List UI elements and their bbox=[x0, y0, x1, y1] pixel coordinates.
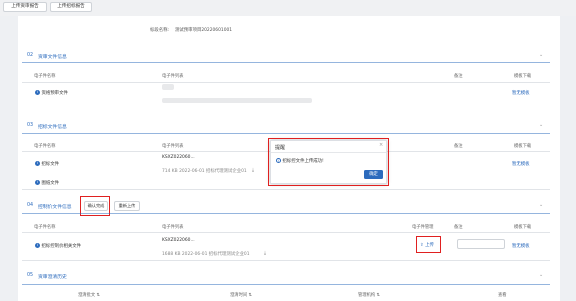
section-02-number: 02 bbox=[27, 53, 34, 58]
row-control-label: 招标控制价相关文件 bbox=[41, 244, 82, 249]
no-template-link[interactable]: 暂无模板 bbox=[512, 243, 530, 249]
divider bbox=[22, 213, 550, 214]
col-remark: 备注 bbox=[454, 225, 463, 230]
chevron-down-icon[interactable]: ⌄ bbox=[539, 52, 543, 58]
blurred-file bbox=[162, 84, 174, 90]
download-icon[interactable]: ⤓ bbox=[264, 250, 266, 256]
divider bbox=[22, 260, 550, 261]
upload-prequal-report-button[interactable]: 上传资审报告 bbox=[3, 2, 47, 12]
section-04-title: 控制价文件信息 bbox=[38, 205, 72, 210]
section-04-number: 04 bbox=[27, 203, 34, 208]
divider bbox=[22, 62, 550, 63]
divider bbox=[22, 232, 550, 233]
divider bbox=[22, 189, 550, 190]
row-control-name: i 招标控制价相关文件 bbox=[35, 243, 81, 249]
col-template: 模板下载 bbox=[514, 225, 532, 230]
row-prequal-label: 资格预审文件 bbox=[41, 91, 68, 96]
col-doc-name: 电子件名称 bbox=[34, 225, 56, 230]
chevron-down-icon[interactable]: ⌄ bbox=[539, 272, 543, 278]
blurred-file-meta bbox=[162, 98, 312, 103]
col-remark: 备注 bbox=[454, 144, 463, 149]
no-template-link[interactable]: 暂无模板 bbox=[512, 90, 530, 96]
col-remark: 备注 bbox=[454, 74, 463, 79]
col-template: 模板下载 bbox=[514, 74, 532, 79]
col-doc-list: 电子件列表 bbox=[162, 74, 184, 79]
control-file-name[interactable]: KSXZ022060... bbox=[162, 238, 195, 243]
tender-file-name[interactable]: KSXZ022060... bbox=[162, 155, 195, 160]
col-manager[interactable]: 管理机构 ⇅ bbox=[358, 292, 380, 298]
col-doc-name: 电子件名称 bbox=[34, 74, 56, 79]
col-doc-list: 电子件列表 bbox=[162, 225, 184, 230]
section-05-number: 05 bbox=[27, 273, 34, 278]
row-tender-name: i 招标文件 bbox=[35, 161, 59, 167]
section-05-title: 资审澄清历史 bbox=[38, 275, 67, 280]
col-doc-list: 电子件列表 bbox=[162, 144, 184, 149]
control-file-meta: 1688 KB 2022-06-01 招标代理测试企业01 bbox=[162, 252, 250, 257]
upload-tender-report-button[interactable]: 上传招标报告 bbox=[50, 2, 92, 12]
row-prequal-name: i 资格预审文件 bbox=[35, 90, 68, 96]
download-icon[interactable]: ⤓ bbox=[252, 167, 254, 173]
col-template: 模板下载 bbox=[514, 144, 532, 149]
row-drawing-label: 图纸文件 bbox=[41, 181, 60, 186]
row-drawing-name: i 图纸文件 bbox=[35, 180, 59, 186]
no-template-link[interactable]: 暂无模板 bbox=[512, 161, 530, 167]
remark-input[interactable] bbox=[457, 239, 505, 249]
col-manager-label: 管理机构 bbox=[358, 293, 376, 298]
section-03-title: 招标文件信息 bbox=[38, 125, 67, 130]
row-tender-label: 招标文件 bbox=[41, 162, 60, 167]
section-02-title: 资审文件信息 bbox=[38, 55, 67, 60]
col-doc-name: 电子件名称 bbox=[34, 144, 56, 149]
project-name-label: 标段名称: bbox=[150, 28, 170, 33]
info-icon: i bbox=[35, 243, 40, 248]
chevron-down-icon[interactable]: ⌄ bbox=[539, 202, 543, 208]
reupload-button[interactable]: 重新上传 bbox=[114, 201, 140, 211]
info-icon: i bbox=[35, 90, 40, 95]
info-icon: i bbox=[35, 180, 40, 185]
tender-file-meta: 714 KB 2022-06-01 招标代理测试企业01 bbox=[162, 169, 247, 174]
info-icon: i bbox=[35, 161, 40, 166]
col-view: 查看 bbox=[498, 293, 507, 298]
col-clarify-no-label: 澄清批文 bbox=[78, 293, 96, 298]
col-clarify-time[interactable]: 澄清时间 ⇅ bbox=[230, 292, 252, 298]
col-clarify-time-label: 澄清时间 bbox=[230, 293, 248, 298]
col-doc-manage: 电子件管理 bbox=[412, 225, 434, 230]
section-03-number: 03 bbox=[27, 123, 34, 128]
col-clarify-no[interactable]: 澄清批文 ⇅ bbox=[78, 292, 100, 298]
divider bbox=[22, 133, 550, 134]
highlight-box bbox=[416, 236, 441, 253]
project-name-value: 测试预审项目20220601001 bbox=[175, 28, 233, 33]
divider bbox=[22, 284, 550, 285]
top-toolbar: 上传资审报告 上传招标报告 bbox=[0, 0, 576, 16]
highlight-box bbox=[268, 138, 389, 186]
divider bbox=[22, 82, 550, 83]
chevron-down-icon[interactable]: ⌄ bbox=[539, 122, 543, 128]
